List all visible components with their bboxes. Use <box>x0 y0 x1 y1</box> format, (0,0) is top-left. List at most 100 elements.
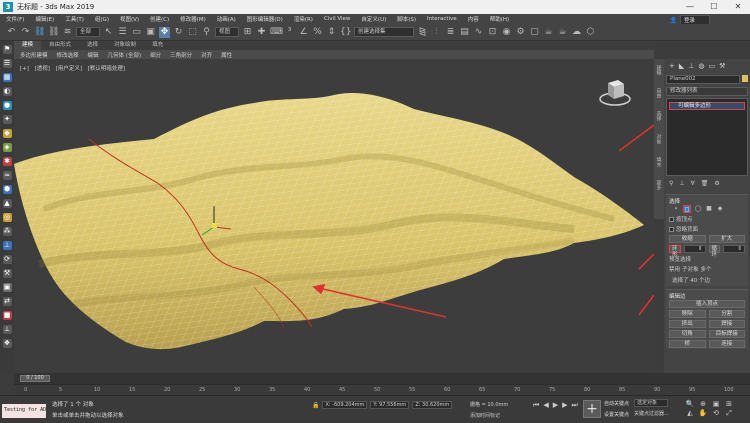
hierarchy-icon[interactable]: ⊥ <box>2 241 12 250</box>
show-end-result-icon[interactable]: ⊥ <box>679 180 684 187</box>
utilities-tab-icon[interactable]: ⚒ <box>719 62 725 70</box>
light-icon[interactable]: ✦ <box>2 115 12 124</box>
vtab-selection[interactable]: 选择 <box>656 111 663 121</box>
undo-icon[interactable]: ↶ <box>6 27 17 38</box>
render-iterative-icon[interactable]: ☕ <box>557 27 568 38</box>
minimize-button[interactable]: — <box>678 0 702 14</box>
selected-set-dropdown[interactable]: 选定对象 <box>634 399 668 407</box>
vertex-icon[interactable]: ∙ <box>672 205 680 213</box>
selection-filter-dropdown[interactable]: 全部 <box>76 27 100 37</box>
pan-icon[interactable]: ✋ <box>697 409 709 418</box>
ribbon-geometry-all[interactable]: 几何体 (全部) <box>108 51 142 59</box>
set-key-button[interactable]: 设置关键点 <box>604 411 629 418</box>
menu-edit[interactable]: 编辑(E) <box>35 15 65 23</box>
vtab-modeling[interactable]: 建模 <box>656 65 663 75</box>
auto-key-button[interactable]: 自动关键点 <box>604 400 629 407</box>
bridge-button[interactable]: 桥 <box>669 340 706 348</box>
object-color-swatch[interactable] <box>742 75 748 82</box>
vtab-freeform[interactable]: 自由 <box>656 88 663 98</box>
create-selection-icon[interactable]: ⚑ <box>2 45 12 54</box>
motion-icon[interactable]: ⟳ <box>2 255 12 264</box>
set-key-icon[interactable]: + <box>583 400 601 418</box>
ring-button[interactable]: 环形 <box>669 245 681 258</box>
move-icon[interactable]: ✥ <box>159 26 170 38</box>
place-icon[interactable]: ⚲ <box>201 27 212 38</box>
zoom-extents-icon[interactable]: ▣ <box>710 400 722 408</box>
display-icon[interactable]: ◐ <box>2 87 12 96</box>
zoom-all-icon[interactable]: ⊕ <box>697 400 709 408</box>
menu-tools[interactable]: 工具(T) <box>65 15 95 23</box>
preview-off-radio[interactable]: 禁用 <box>669 265 680 273</box>
menu-group[interactable]: 组(G) <box>95 15 120 23</box>
ribbon-modify-selection[interactable]: 修改选择 <box>57 51 79 59</box>
rotate-icon[interactable]: ↻ <box>173 27 184 38</box>
go-to-start-icon[interactable]: ⏮ <box>533 401 539 410</box>
ribbon-properties[interactable]: 属性 <box>221 51 232 59</box>
ribbon-subdivision[interactable]: 细分 <box>150 51 161 59</box>
x-coordinate[interactable]: X: -609.204mm <box>322 401 368 409</box>
toggle-scene-explorer-icon[interactable]: ▤ <box>459 27 470 38</box>
stack-item-editable-poly[interactable]: 可编辑多边形 <box>669 102 745 110</box>
grow-button[interactable]: 扩大 <box>708 235 745 243</box>
viewport-plus-menu[interactable]: [+] <box>20 66 29 72</box>
pivot-center-icon[interactable]: ⊞ <box>242 27 253 38</box>
redo-icon[interactable]: ↷ <box>20 27 31 38</box>
ring-spinner[interactable]: ⇕ <box>683 245 706 253</box>
menu-content[interactable]: 内容 <box>468 15 490 23</box>
menu-interactive[interactable]: Interactive <box>427 16 468 22</box>
orbit-icon[interactable]: ⟲ <box>710 409 722 418</box>
zoom-icon[interactable]: 🔍 <box>684 400 696 408</box>
spacewarp-icon[interactable]: ≈ <box>2 171 12 180</box>
remove-button[interactable]: 移除 <box>669 310 706 318</box>
vtab-object-paint[interactable]: 对象 <box>656 134 663 144</box>
rect-selection-icon[interactable]: ▭ <box>131 27 142 38</box>
vtab-populate[interactable]: 填充 <box>656 157 663 167</box>
viewport-label[interactable]: [+] [透视] [用户定义] [默认明暗处理] <box>20 64 129 72</box>
vtab-more[interactable]: 更多 <box>656 180 663 190</box>
window-crossing-icon[interactable]: ▣ <box>145 27 156 38</box>
angle-snap-icon[interactable]: ∠ <box>298 27 309 38</box>
viewport-pov-menu[interactable]: [透视] <box>35 66 50 72</box>
remove-modifier-icon[interactable]: 🗑 <box>701 180 709 187</box>
ribbon-triangulation[interactable]: 三角剖分 <box>170 51 192 59</box>
align-icon[interactable]: ⫶ <box>431 27 442 38</box>
tab-populate[interactable]: 填充 <box>144 41 171 50</box>
ignore-backfacing-checkbox[interactable]: 忽略背面 <box>666 224 748 234</box>
keyboard-shortcut-icon[interactable]: ⌨ <box>270 27 283 38</box>
menu-rendering[interactable]: 渲染(R) <box>294 15 324 23</box>
terrain-mesh[interactable] <box>14 59 654 373</box>
motion-tab-icon[interactable]: ◍ <box>698 62 704 70</box>
ribbon-polygon-modeling[interactable]: 多边形建模 <box>20 51 48 59</box>
y-coordinate[interactable]: Y: 97.556mm <box>370 401 410 409</box>
edge-icon[interactable]: ◻ <box>683 205 691 213</box>
selection-rollout-header[interactable]: 选择 <box>666 195 748 205</box>
stop-icon[interactable]: ■ <box>2 311 12 320</box>
xref-icon[interactable]: ⇄ <box>2 297 12 306</box>
menu-animation[interactable]: 动画(A) <box>217 15 247 23</box>
z-coordinate[interactable]: Z: 30.620mm <box>412 401 453 409</box>
shapes-icon[interactable]: ⬢ <box>2 185 12 194</box>
edit-edges-header[interactable]: 编辑边 <box>666 290 748 300</box>
configure-sets-icon[interactable]: ⚙ <box>714 180 719 187</box>
previous-frame-icon[interactable]: ◀ <box>543 401 548 410</box>
link-icon[interactable]: ⛓ <box>34 27 45 38</box>
systems-icon[interactable]: ✱ <box>2 157 12 166</box>
percent-snap-icon[interactable]: % <box>312 27 323 38</box>
render-icon[interactable]: ▣ <box>2 283 12 292</box>
tab-modeling[interactable]: 建模 <box>14 41 42 50</box>
render-production-icon[interactable]: ☕ <box>543 27 554 38</box>
preview-multi-radio[interactable]: 多个 <box>701 265 712 273</box>
menu-help[interactable]: 帮助(H) <box>490 15 520 23</box>
scale-icon[interactable]: ⬚ <box>187 27 198 38</box>
curve-editor-icon[interactable]: ∿ <box>473 27 484 38</box>
pin-stack-icon[interactable]: ⚲ <box>669 180 673 187</box>
lock-selection-icon[interactable]: 🔒 <box>312 402 319 409</box>
maximize-viewport-icon[interactable]: ⤢ <box>723 409 735 418</box>
menu-customize[interactable]: 自定义(U) <box>361 15 397 23</box>
track-bar[interactable]: 0 5 10 15 20 25 30 35 40 45 50 55 60 65 70 75 80 85 90 95 10… <box>14 384 750 395</box>
cloth-icon[interactable]: ❖ <box>2 339 12 348</box>
chamfer-button[interactable]: 切角 <box>669 330 706 338</box>
hierarchy-tab-icon[interactable]: ⊥ <box>688 62 694 70</box>
snaps-toggle-icon[interactable]: ³ <box>284 27 295 38</box>
maxscript-listener[interactable]: Testing for AD <box>2 404 46 418</box>
